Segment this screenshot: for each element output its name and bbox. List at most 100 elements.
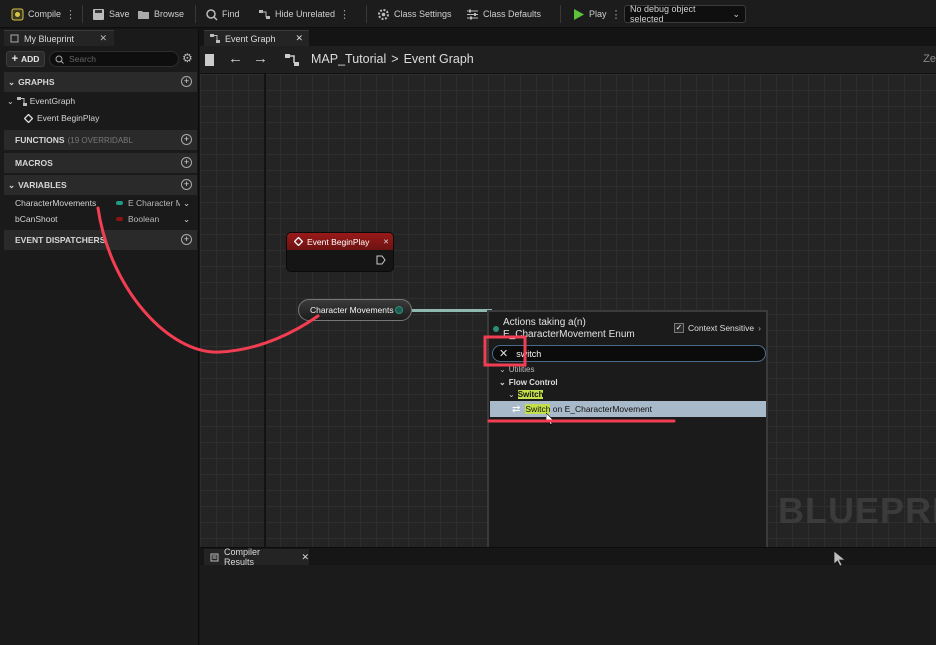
hide-unrelated-options-icon[interactable]: ⋮ (339, 8, 350, 21)
node-title: Character Movements (310, 305, 394, 315)
folder-icon (138, 10, 149, 19)
variable-name: CharacterMovements (15, 198, 97, 208)
node-title: Event BeginPlay (307, 236, 370, 247)
breadcrumb-map[interactable]: MAP_Tutorial (311, 52, 386, 66)
add-dispatcher-icon[interactable]: + (181, 234, 192, 245)
switch-category-label: Switch (517, 390, 544, 399)
add-variable-icon[interactable]: + (181, 179, 192, 190)
node-header: Event BeginPlay ✕ (287, 233, 393, 250)
add-macro-icon[interactable]: + (181, 157, 192, 168)
close-icon[interactable]: ✕ (99, 33, 107, 44)
variable-type: E Character M (128, 198, 180, 208)
variable-name: bCanShoot (15, 214, 58, 224)
my-blueprint-panel: My Blueprint ✕ + ADD Search ⚙ ⌄ GRAPHS +… (0, 29, 199, 645)
browse-label: Browse (154, 9, 185, 19)
chevron-down-icon: ⌄ (499, 378, 506, 387)
breadcrumb-graph[interactable]: Event Graph (404, 52, 474, 66)
breadcrumb: MAP_Tutorial > Event Graph (311, 52, 474, 66)
log-icon (210, 553, 219, 561)
find-icon (206, 8, 218, 21)
functions-section-header[interactable]: FUNCTIONS (19 OVERRIDABL + (4, 130, 197, 150)
macros-section-header[interactable]: MACROS + (4, 153, 197, 173)
tab-my-blueprint-label: My Blueprint (24, 33, 75, 44)
graph-tab-bar: Event Graph ✕ (200, 29, 936, 46)
save-button[interactable]: Save (92, 0, 130, 28)
class-defaults-button[interactable]: Class Defaults (466, 0, 541, 28)
tab-compiler-results[interactable]: Compiler Results ✕ (204, 547, 309, 567)
action-result-switch[interactable]: ⇄ Switch on E_CharacterMovement (490, 401, 766, 417)
chevron-down-icon: ⌄ (499, 365, 506, 374)
tree-item-eventgraph[interactable]: ⌄ EventGraph (4, 93, 197, 109)
flow-control-label: Flow Control (508, 378, 558, 387)
close-icon[interactable]: ✕ (301, 552, 309, 563)
tree-item-event-beginplay[interactable]: Event BeginPlay (4, 110, 197, 126)
action-search-input[interactable]: ✕ switch (492, 345, 766, 362)
add-button[interactable]: + ADD (6, 51, 45, 67)
forward-arrow-icon[interactable]: → (253, 50, 268, 67)
blueprint-icon (10, 34, 19, 43)
main-toolbar: Compile ⋮ Save Browse Find Hide Unrelate… (0, 0, 936, 28)
sliders-icon (467, 9, 478, 19)
action-menu-title: Actions taking a(n) E_CharacterMovement … (503, 317, 635, 340)
variables-section-label: VARIABLES (18, 180, 67, 190)
enum-pin-icon (493, 326, 499, 332)
add-function-icon[interactable]: + (181, 134, 192, 145)
class-settings-button[interactable]: Class Settings (377, 0, 452, 28)
back-arrow-icon[interactable]: ← (228, 50, 243, 67)
variable-row-charactermovements[interactable]: CharacterMovements E Character M ⌄ (4, 195, 197, 211)
chevron-down-icon: ⌄ (508, 390, 515, 399)
macros-section-label: MACROS (15, 158, 53, 168)
tab-event-graph[interactable]: Event Graph ✕ (204, 30, 309, 46)
toolbar-divider (366, 5, 367, 23)
hide-unrelated-icon (259, 9, 270, 19)
chevron-down-icon: ⌄ (7, 96, 14, 106)
debug-object-select[interactable]: No debug object selected ⌄ (624, 4, 746, 24)
gear-icon (378, 8, 389, 20)
find-label: Find (222, 9, 240, 19)
add-graph-icon[interactable]: + (181, 76, 192, 87)
chevron-down-icon[interactable]: ⌄ (183, 214, 190, 225)
blueprint-watermark: BLUEPRI (778, 490, 936, 531)
eventgraph-label: EventGraph (29, 96, 76, 106)
event-beginplay-node[interactable]: Event BeginPlay ✕ (286, 232, 394, 272)
find-button[interactable]: Find (205, 0, 240, 28)
clear-search-icon[interactable]: ✕ (499, 347, 508, 360)
compiler-results-tabbar: Compiler Results ✕ (200, 547, 936, 567)
bookmark-icon[interactable] (205, 54, 214, 66)
hide-unrelated-label: Hide Unrelated (275, 9, 336, 19)
settings-gear-icon[interactable]: ⚙ (182, 51, 193, 65)
variables-section-header[interactable]: ⌄ VARIABLES + (4, 175, 197, 195)
chevron-down-icon[interactable]: ⌄ (183, 198, 190, 209)
checkbox-checked-icon[interactable]: ✓ (674, 323, 684, 333)
tree-category-switch[interactable]: ⌄ Switch (508, 390, 544, 399)
play-button[interactable]: Play ⋮ (572, 0, 622, 28)
context-sensitive-toggle[interactable]: ✓ Context Sensitive › (674, 323, 761, 333)
close-icon[interactable]: ✕ (383, 238, 389, 246)
play-options-icon[interactable]: ⋮ (611, 8, 622, 21)
graph-icon (16, 96, 27, 106)
boolean-type-icon (116, 217, 123, 221)
event-beginplay-label: Event BeginPlay (37, 113, 100, 123)
hide-unrelated-button[interactable]: Hide Unrelated ⋮ (258, 0, 350, 28)
graphs-section-header[interactable]: ⌄ GRAPHS + (4, 72, 197, 92)
close-icon[interactable]: ✕ (295, 33, 303, 44)
tree-category-utilities[interactable]: ⌄ Utilities (499, 365, 534, 374)
exec-pin-icon[interactable] (376, 255, 386, 265)
enum-output-pin[interactable] (395, 306, 403, 314)
character-movements-getter-node[interactable]: Character Movements (298, 299, 412, 321)
class-defaults-label: Class Defaults (483, 9, 542, 19)
result-label-rest: on E_CharacterMovement (550, 404, 653, 414)
mouse-cursor-icon (546, 413, 554, 425)
variable-row-bcanshoot[interactable]: bCanShoot Boolean ⌄ (4, 211, 197, 227)
event-dispatchers-section-header[interactable]: EVENT DISPATCHERS + (4, 230, 197, 250)
compile-options-icon[interactable]: ⋮ (65, 8, 76, 21)
tab-my-blueprint[interactable]: My Blueprint ✕ (4, 30, 114, 46)
search-input[interactable]: Search (49, 51, 179, 67)
breadcrumb-separator: > (391, 52, 399, 66)
tree-category-flow-control[interactable]: ⌄ Flow Control (499, 378, 558, 387)
compile-button[interactable]: Compile ⋮ (11, 0, 76, 28)
browse-button[interactable]: Browse (137, 0, 184, 28)
mouse-cursor-icon (834, 551, 846, 567)
functions-overridable-count: (19 OVERRIDABL (67, 135, 133, 145)
graph-icon (285, 54, 299, 66)
